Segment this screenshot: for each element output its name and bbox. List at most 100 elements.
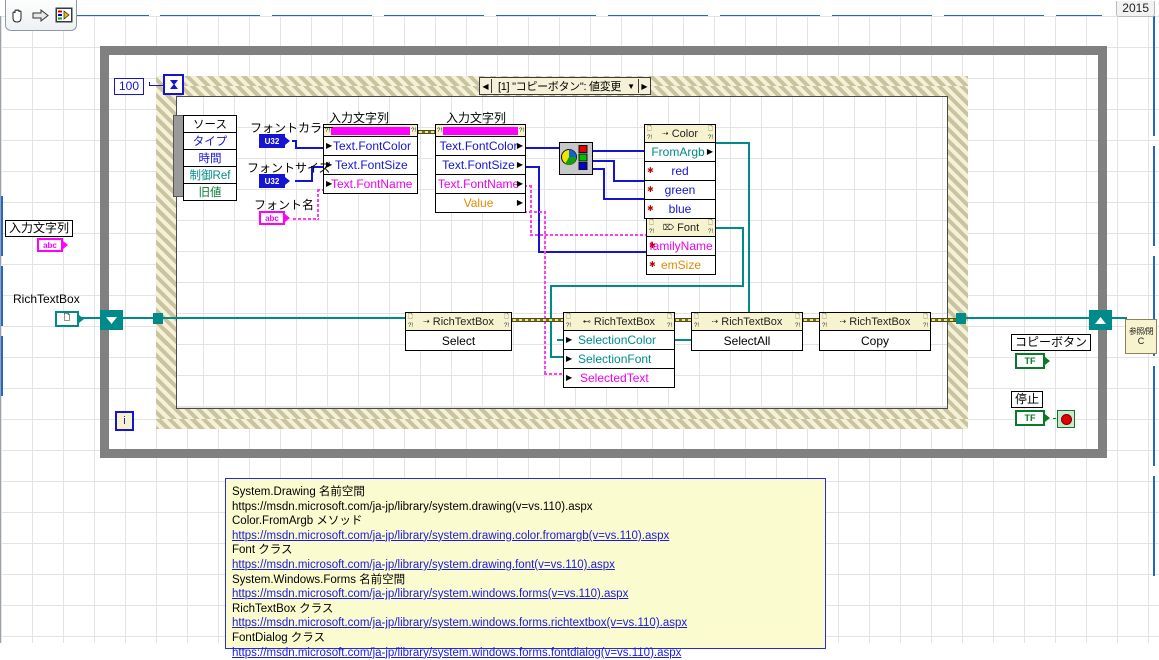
- dotnet-node-color[interactable]: 🗋 ?! 🗋 ?! ⇢ Color FromArgb ▶ ✱ red ✱ gre…: [644, 124, 716, 219]
- copy-button-label: コピーボタン: [1011, 334, 1092, 351]
- event-data-text: 制御Ref: [189, 170, 231, 182]
- node-header: 🗋 ?! 🗋 ?! ⇢ Color: [645, 125, 715, 143]
- wire-fontsize-out: [538, 166, 540, 252]
- wire-refnum-chain: [929, 318, 959, 322]
- property-row[interactable]: Text.FontName ▶: [436, 175, 525, 194]
- loop-tunnel-left[interactable]: [100, 310, 123, 330]
- node-input-row[interactable]: ✱ red: [645, 162, 715, 181]
- method-arrow-icon: ⇢: [839, 317, 847, 326]
- stop-button-label: 停止: [1011, 391, 1044, 408]
- page-glyph-icon: 🗋: [923, 314, 928, 320]
- wire-selectioncolor: [748, 142, 750, 340]
- property-row[interactable]: ▶ SelectionFont: [564, 350, 674, 369]
- close-reference-glyph: 参照/閉: [1128, 327, 1154, 336]
- event-prev-arrow[interactable]: ◀: [480, 79, 492, 93]
- vi-connector-icon[interactable]: [55, 6, 74, 25]
- question-glyph-icon: ?!: [566, 323, 572, 329]
- property-row[interactable]: ▶ Text.FontColor: [324, 137, 417, 156]
- comment-link[interactable]: https://msdn.microsoft.com/ja-jp/library…: [232, 647, 681, 659]
- comment-line: https://msdn.microsoft.com/ja-jp/library…: [232, 529, 819, 544]
- richtextbox-reference-terminal[interactable]: 🗋: [55, 311, 84, 327]
- comment-link[interactable]: https://msdn.microsoft.com/ja-jp/library…: [232, 617, 687, 629]
- color-to-rgb-icon[interactable]: [559, 142, 593, 175]
- dotnet-node-font[interactable]: 🗋 ?! 🗋 ?! ⌦ Font ✱ familyName ✱ emSize: [646, 218, 716, 275]
- node-method-row[interactable]: SelectAll: [692, 331, 802, 350]
- comment-line: System.Drawing 名前空間: [232, 485, 819, 500]
- property-node-input-string-read[interactable]: ?! ?! ▶ Text.FontColor ▶ Text.FontSize ▶…: [323, 124, 418, 194]
- node-input-row[interactable]: ✱ emSize: [647, 256, 715, 274]
- wire-richtextbox-ref: [161, 317, 411, 319]
- font-color-terminal[interactable]: U32: [259, 134, 290, 148]
- dotnet-node-richtextbox-select[interactable]: 🗋 ?! 🗋 ?! ⇢ RichTextBox Select: [405, 312, 512, 351]
- wire-refnum-chain: [801, 318, 820, 322]
- node-header: 🗋 ?! 🗋 ?! ⇢ RichTextBox: [692, 313, 802, 331]
- required-input-icon: ✱: [647, 185, 654, 194]
- hand-tool-icon[interactable]: [8, 6, 27, 25]
- font-name-terminal[interactable]: abc: [259, 211, 290, 225]
- method-arrow-icon: ⇢: [662, 129, 669, 138]
- node-input-row[interactable]: ✱ familyName: [647, 237, 715, 256]
- event-case-selector[interactable]: ◀ [1] "コピーボタン": 値変更 ▼ ▶: [479, 77, 651, 95]
- property-node-richtextbox[interactable]: 🗋 ?! 🗋 ?! ⊷ RichTextBox ▶ SelectionColor…: [563, 312, 675, 388]
- arrow-right-icon[interactable]: [31, 6, 50, 25]
- property-row[interactable]: ▶ SelectionColor: [564, 331, 674, 350]
- input-string-label: 入力文字列: [5, 220, 74, 237]
- comment-line: FontDialog クラス: [232, 631, 819, 646]
- wire-font-size: [295, 180, 311, 182]
- comment-line: RichTextBox クラス: [232, 602, 819, 617]
- node-method-row[interactable]: FromArgb ▶: [645, 143, 715, 162]
- input-string-terminal[interactable]: abc: [37, 238, 68, 252]
- copy-button-terminal[interactable]: TF: [1015, 353, 1050, 369]
- prop-node-2-label: 入力文字列: [446, 111, 507, 125]
- property-row[interactable]: ▶ SelectedText: [564, 369, 674, 387]
- dotnet-node-richtextbox-copy[interactable]: 🗋 ?! 🗋 ?! ⇢ RichTextBox Copy: [819, 312, 931, 351]
- event-data-row: タイプ: [184, 133, 236, 150]
- event-tunnel-left[interactable]: [153, 313, 163, 324]
- property-node-input-string-write[interactable]: ?! ?! Text.FontColor ▶ Text.FontSize ▶ T…: [435, 124, 526, 213]
- comment-link[interactable]: https://msdn.microsoft.com/ja-jp/library…: [232, 588, 628, 600]
- wire-selectionfont: [550, 356, 564, 358]
- font-size-terminal[interactable]: U32: [259, 174, 290, 188]
- wire-selectionfont: [714, 227, 744, 229]
- comment-line: System.Windows.Forms 名前空間: [232, 573, 819, 588]
- font-size-terminal-type: U32: [259, 174, 285, 188]
- comment-text: System.Drawing 名前空間: [232, 486, 365, 498]
- node-header: 🗋 ?! 🗋 ?! ⇢ RichTextBox: [820, 313, 930, 331]
- close-reference-node[interactable]: 参照/閉 C: [1125, 319, 1157, 354]
- hourglass-icon[interactable]: [163, 74, 184, 95]
- copy-button-terminal-type: TF: [1015, 353, 1045, 369]
- loop-stop-terminal[interactable]: [1057, 410, 1075, 428]
- loop-tunnel-right[interactable]: [1089, 310, 1112, 330]
- property-row[interactable]: ▶ Text.FontName: [324, 175, 417, 193]
- comment-link[interactable]: https://msdn.microsoft.com/ja-jp/library…: [232, 559, 615, 571]
- property-row[interactable]: Value ▶: [436, 194, 525, 212]
- stop-button-terminal[interactable]: TF: [1015, 410, 1050, 426]
- event-tunnel-right[interactable]: [956, 313, 966, 324]
- node-title: Font: [677, 221, 700, 234]
- block-diagram-canvas[interactable]: ◀ [1] "コピーボタン": 値変更 ▼ ▶ 100 i ソース タイプ 時間…: [0, 16, 1159, 659]
- wire-red: [591, 150, 644, 152]
- property-row[interactable]: Text.FontColor ▶: [436, 137, 525, 156]
- input-terminal-icon: ▶: [566, 335, 573, 344]
- timeout-constant[interactable]: 100: [114, 78, 145, 95]
- property-row[interactable]: ▶ Text.FontSize: [324, 156, 417, 175]
- dotnet-node-richtextbox-selectall[interactable]: 🗋 ?! 🗋 ?! ⇢ RichTextBox SelectAll: [691, 312, 803, 351]
- event-next-arrow[interactable]: ▶: [638, 79, 650, 93]
- page-glyph-icon: 🗋: [504, 314, 509, 320]
- comment-link[interactable]: https://msdn.microsoft.com/ja-jp/library…: [232, 530, 669, 542]
- wire-green: [591, 160, 615, 162]
- property-row[interactable]: Text.FontSize ▶: [436, 156, 525, 175]
- guide-line: [1, 196, 3, 256]
- comment-box[interactable]: System.Drawing 名前空間 https://msdn.microso…: [225, 478, 826, 659]
- node-header: 🗋 ?! 🗋 ?! ⌦ Font: [647, 219, 715, 237]
- node-input-row[interactable]: ✱ green: [645, 181, 715, 200]
- node-method-row[interactable]: Copy: [820, 331, 930, 350]
- node-input-row[interactable]: ✱ blue: [645, 200, 715, 218]
- page-glyph-icon: 🗋: [667, 314, 672, 320]
- node-method-row[interactable]: Select: [406, 331, 511, 350]
- property-name: Text.FontSize: [442, 158, 515, 172]
- event-data-node[interactable]: ソース タイプ 時間 制御Ref 旧値: [183, 115, 237, 201]
- chevron-down-icon[interactable]: ▼: [627, 82, 638, 91]
- guide-line: [1153, 366, 1155, 466]
- toolbar[interactable]: [5, 0, 77, 31]
